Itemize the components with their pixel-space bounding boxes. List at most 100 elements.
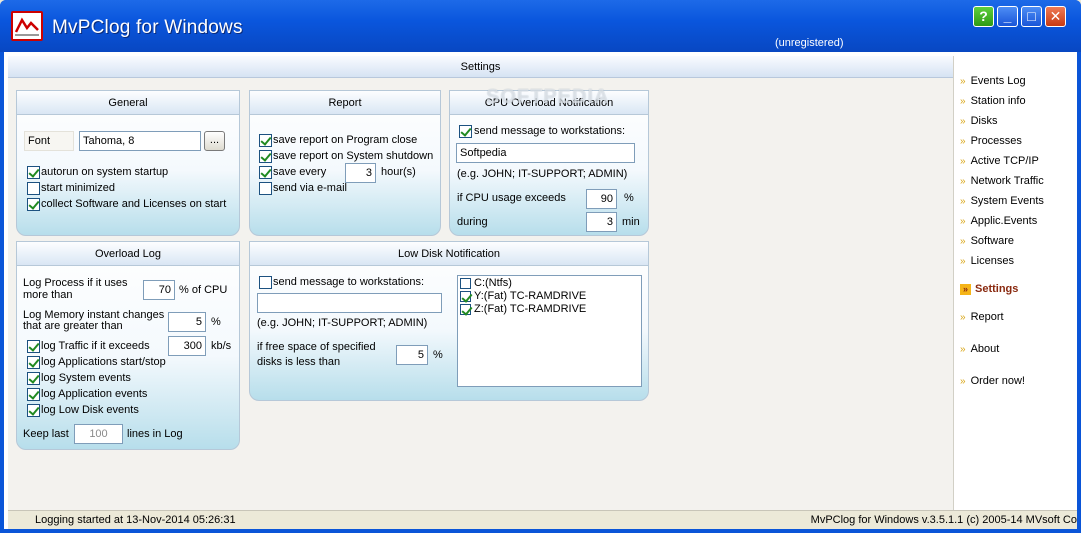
settings-page: Settings General Font Tahoma, 8 ... auto…: [8, 56, 953, 511]
maximize-icon: □: [1027, 8, 1036, 24]
nav-disks[interactable]: » Disks: [960, 113, 997, 129]
save-on-close-label: save report on Program close: [273, 134, 418, 146]
minimize-icon: _: [1003, 8, 1012, 24]
cpu-exceeds-label: if CPU usage exceeds: [457, 192, 566, 204]
log-apps-checkbox[interactable]: [27, 356, 40, 369]
log-system-events-checkbox[interactable]: [27, 372, 40, 385]
app-window: MvPClog for Windows ? _ □ ✕ (unregistere…: [0, 0, 1081, 533]
log-traffic-label: log Traffic if it exceeds: [41, 340, 150, 352]
nav-label: About: [970, 343, 1000, 355]
process-cpu-unit: % of CPU: [179, 284, 228, 296]
overload-log-panel: Overload Log Log Process if it uses more…: [16, 241, 240, 450]
disk-item-z-checkbox[interactable]: [460, 304, 471, 315]
free-space-input[interactable]: 5: [396, 345, 428, 365]
log-traffic-checkbox[interactable]: [27, 340, 40, 353]
log-app-events-checkbox[interactable]: [27, 388, 40, 401]
nav-software[interactable]: » Software: [960, 233, 1014, 249]
chevron-right-icon: »: [960, 376, 966, 387]
cpu-workstations-input[interactable]: Softpedia: [456, 143, 635, 163]
nav-licenses[interactable]: » Licenses: [960, 253, 1014, 269]
disk-send-message-label: send message to workstations:: [273, 276, 425, 288]
keep-last-input[interactable]: 100: [74, 424, 123, 444]
save-every-unit: hour(s): [381, 166, 416, 178]
cpu-send-message-checkbox[interactable]: [459, 125, 472, 138]
chevron-right-icon: »: [960, 256, 966, 267]
chevron-right-icon: »: [960, 196, 966, 207]
registration-status: (unregistered): [775, 37, 844, 49]
nav-about[interactable]: » About: [960, 341, 999, 357]
nav-system-events[interactable]: » System Events: [960, 193, 1044, 209]
log-app-events-label: log Application events: [41, 388, 148, 400]
client-area: Settings General Font Tahoma, 8 ... auto…: [4, 52, 1077, 529]
disk-item-y-checkbox[interactable]: [460, 291, 471, 302]
save-every-checkbox[interactable]: [259, 166, 272, 179]
keep-last-unit: lines in Log: [127, 428, 183, 440]
save-on-shutdown-checkbox[interactable]: [259, 150, 272, 163]
nav-label: System Events: [970, 195, 1044, 207]
send-email-checkbox[interactable]: [259, 182, 272, 195]
disk-item-c-checkbox[interactable]: [460, 278, 471, 289]
disk-workstations-input[interactable]: [257, 293, 442, 313]
help-button[interactable]: ?: [973, 6, 994, 27]
memory-label-2: that are greater than: [23, 320, 123, 332]
process-cpu-input[interactable]: 70: [143, 280, 175, 300]
nav-processes[interactable]: » Processes: [960, 133, 1022, 149]
log-traffic-unit: kb/s: [211, 340, 232, 352]
nav-label: Disks: [970, 115, 998, 127]
log-traffic-input[interactable]: 300: [168, 336, 206, 356]
start-minimized-checkbox[interactable]: [27, 182, 40, 195]
log-low-disk-checkbox[interactable]: [27, 404, 40, 417]
font-label-box: Font: [24, 131, 74, 151]
report-panel-title: Report: [250, 91, 440, 115]
nav-order-now[interactable]: » Order now!: [960, 373, 1025, 389]
nav-applic-events[interactable]: » Applic.Events: [960, 213, 1037, 229]
keep-last-label: Keep last: [23, 428, 69, 440]
nav-label: Network Traffic: [970, 175, 1044, 187]
nav-settings[interactable]: » Settings: [960, 281, 1018, 297]
save-every-input[interactable]: 3: [345, 163, 376, 183]
save-every-label: save every: [273, 166, 327, 178]
save-on-close-checkbox[interactable]: [259, 134, 272, 147]
nav-station-info[interactable]: » Station info: [960, 93, 1026, 109]
autorun-checkbox[interactable]: [27, 166, 40, 179]
chevron-right-icon: »: [960, 176, 966, 187]
autorun-label: autorun on system startup: [41, 166, 169, 178]
chevron-right-icon: »: [960, 116, 966, 127]
watermark: SOFTPEDIA: [486, 86, 610, 108]
font-browse-button[interactable]: ...: [204, 131, 225, 151]
disk-send-message-checkbox[interactable]: [259, 276, 272, 289]
status-bar: Logging started at 13-Nov-2014 05:26:31 …: [8, 510, 1077, 529]
app-logo-icon: [11, 11, 43, 41]
font-label: Font: [28, 135, 51, 147]
nav-label: Processes: [970, 135, 1022, 147]
general-panel-title: General: [17, 91, 239, 115]
close-button[interactable]: ✕: [1045, 6, 1066, 27]
nav-label: Settings: [975, 283, 1019, 295]
cpu-example-text: (e.g. JOHN; IT-SUPPORT; ADMIN): [457, 168, 628, 180]
disk-list[interactable]: C:(Ntfs) Y:(Fat) TC-RAMDRIVE Z:(Fat) TC-…: [457, 275, 642, 387]
collect-software-checkbox[interactable]: [27, 198, 40, 211]
maximize-button[interactable]: □: [1021, 6, 1042, 27]
low-disk-panel: Low Disk Notification send message to wo…: [249, 241, 649, 401]
cpu-exceeds-input[interactable]: 90: [586, 189, 617, 209]
status-logging-started: Logging started at 13-Nov-2014 05:26:31: [35, 514, 236, 526]
collect-software-label: collect Software and Licenses on start: [41, 198, 227, 210]
nav-active-tcpip[interactable]: » Active TCP/IP: [960, 153, 1039, 169]
window-title: MvPClog for Windows: [52, 17, 243, 38]
report-panel: Report save report on Program close save…: [249, 90, 441, 236]
nav-network-traffic[interactable]: » Network Traffic: [960, 173, 1044, 189]
nav-events-log[interactable]: » Events Log: [960, 73, 1026, 89]
chevron-right-icon: »: [960, 344, 966, 355]
nav-label: Software: [970, 235, 1014, 247]
process-label-1: Log Process if it uses: [23, 277, 128, 289]
title-bar[interactable]: MvPClog for Windows ? _ □ ✕ (unregistere…: [0, 0, 1081, 52]
font-field[interactable]: Tahoma, 8: [79, 131, 201, 151]
disk-example-text: (e.g. JOHN; IT-SUPPORT; ADMIN): [257, 317, 428, 329]
cpu-during-input[interactable]: 3: [586, 212, 617, 232]
memory-input[interactable]: 5: [168, 312, 206, 332]
save-on-shutdown-label: save report on System shutdown: [273, 150, 434, 162]
chevron-right-icon: »: [960, 284, 971, 295]
nav-report[interactable]: » Report: [960, 309, 1004, 325]
nav-label: Station info: [970, 95, 1026, 107]
minimize-button[interactable]: _: [997, 6, 1018, 27]
